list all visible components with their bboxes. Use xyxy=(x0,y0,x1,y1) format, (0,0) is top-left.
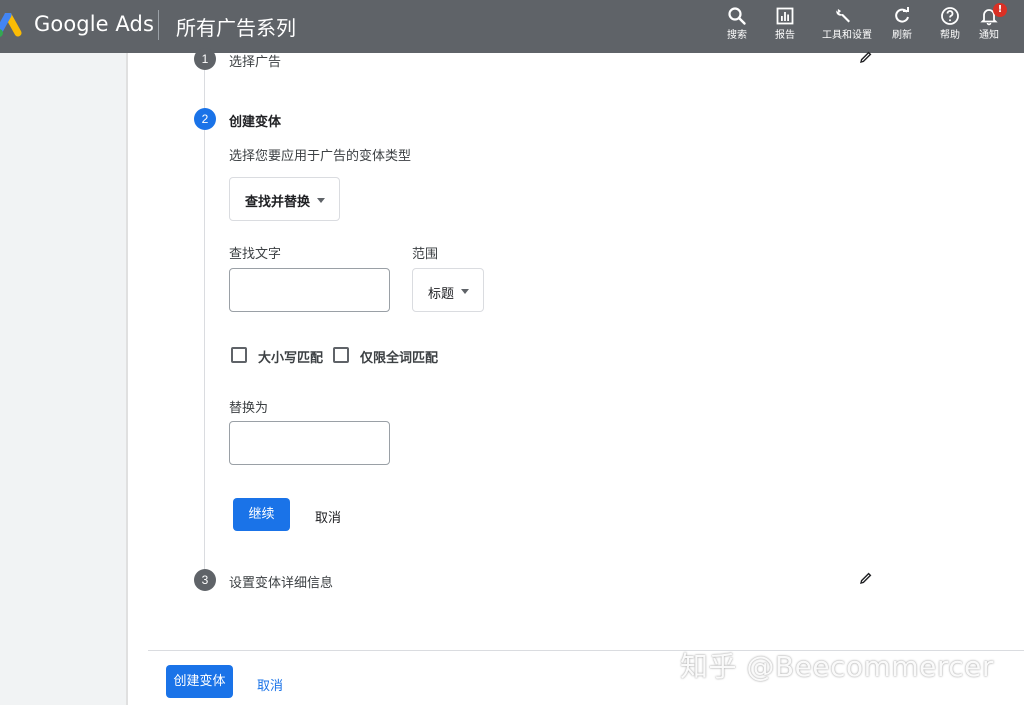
step-1-edit-pencil-icon[interactable] xyxy=(859,50,873,64)
create-variation-button[interactable]: 创建变体 xyxy=(166,665,233,698)
header-divider xyxy=(158,10,159,40)
step-1-title[interactable]: 选择广告 xyxy=(229,51,281,70)
variation-type-instruction: 选择您要应用于广告的变体类型 xyxy=(229,149,412,164)
scope-dropdown[interactable]: 标题 xyxy=(412,268,484,312)
scope-caret-icon xyxy=(461,289,469,294)
step-3-number: 3 xyxy=(194,569,216,591)
variation-type-value: 查找并替换 xyxy=(245,195,311,210)
help-label: 帮助 xyxy=(940,30,960,41)
notification-badge: ! xyxy=(993,3,1007,17)
reports-button[interactable]: 报告 xyxy=(763,6,807,52)
reports-label: 报告 xyxy=(775,30,795,41)
help-button[interactable]: 帮助 xyxy=(928,6,972,52)
find-text-input[interactable] xyxy=(229,268,390,312)
watermark-text: 知乎 @Beecommercer xyxy=(680,650,994,683)
replace-with-label: 替换为 xyxy=(229,401,269,416)
dropdown-caret-icon xyxy=(317,198,325,203)
left-navigation-rail xyxy=(0,53,126,705)
wrench-icon xyxy=(836,9,850,23)
tools-button[interactable]: 工具和设置 xyxy=(822,6,872,52)
match-case-checkbox[interactable] xyxy=(231,347,247,363)
notifications-button[interactable]: ! 通知 xyxy=(967,3,1011,52)
whole-word-checkbox[interactable] xyxy=(333,347,349,363)
refresh-button[interactable]: 刷新 xyxy=(880,6,924,52)
page-title: 所有广告系列 xyxy=(176,16,296,40)
google-ads-logo-icon xyxy=(0,13,22,37)
step-2-number: 2 xyxy=(194,108,216,130)
find-text-label: 查找文字 xyxy=(229,247,282,262)
search-label: 搜索 xyxy=(727,30,747,41)
scope-value: 标题 xyxy=(428,287,455,302)
scope-label: 范围 xyxy=(412,247,439,262)
match-case-label[interactable]: 大小写匹配 xyxy=(258,347,323,366)
tools-label: 工具和设置 xyxy=(822,30,872,41)
footer-cancel-button[interactable]: 取消 xyxy=(257,675,283,694)
variation-type-dropdown[interactable]: 查找并替换 xyxy=(229,177,340,221)
top-app-bar: Google Ads 所有广告系列 搜索 报告 工具和设置 刷新 帮助 ! 通知 xyxy=(0,0,1024,53)
notifications-label: 通知 xyxy=(979,30,999,41)
replace-with-input[interactable] xyxy=(229,421,390,465)
create-variation-panel: 1 选择广告 2 创建变体 选择您要应用于广告的变体类型 查找并替换 查找文字 … xyxy=(128,48,1024,705)
continue-button[interactable]: 继续 xyxy=(233,498,290,531)
stepper-connector-line xyxy=(204,69,205,577)
help-icon xyxy=(941,7,959,25)
step-1-number: 1 xyxy=(194,48,216,70)
search-button[interactable]: 搜索 xyxy=(715,6,759,52)
whole-word-label[interactable]: 仅限全词匹配 xyxy=(360,347,438,366)
step-3-edit-pencil-icon[interactable] xyxy=(859,571,873,585)
brand-name: Google Ads xyxy=(34,12,154,36)
refresh-label: 刷新 xyxy=(892,30,912,41)
step-cancel-button[interactable]: 取消 xyxy=(315,507,341,526)
reports-icon xyxy=(776,7,794,25)
step-2-title: 创建变体 xyxy=(229,115,282,130)
refresh-icon xyxy=(895,7,909,23)
search-icon xyxy=(728,7,746,25)
step-3-title[interactable]: 设置变体详细信息 xyxy=(229,572,333,591)
